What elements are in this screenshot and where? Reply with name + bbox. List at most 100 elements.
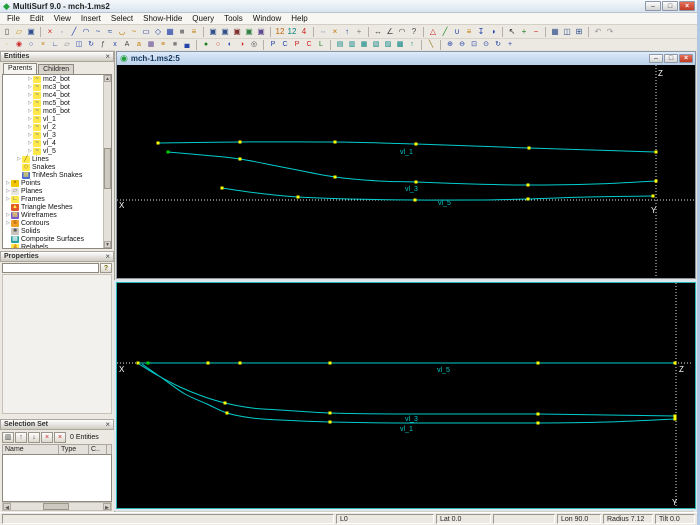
display-curvature-button[interactable]: ▨ [382,39,394,50]
zoom-out-button[interactable]: ⊖ [456,39,468,50]
tree-item-trimesh-snakes[interactable]: ▦ TriMesh Snakes [3,171,103,179]
scroll-thumb[interactable] [104,147,111,190]
tree-item-frames[interactable]: ▷ ∟ Frames [3,195,103,203]
display-transparent-button[interactable]: ▩ [394,39,406,50]
tree-vertical-scrollbar[interactable]: ▲ ▼ [103,75,111,248]
open-file-button[interactable]: ▱ [13,26,25,38]
menu-query[interactable]: Query [187,13,219,25]
entities-close-icon[interactable]: × [105,52,110,61]
view-home-button[interactable]: ▣ [207,26,219,38]
show-labels-button[interactable]: L [315,39,327,50]
menu-edit[interactable]: Edit [25,13,49,25]
menu-file[interactable]: File [2,13,25,25]
zoom-window-button[interactable]: ⊡ [468,39,480,50]
edit-join-button[interactable]: ∪ [451,26,463,38]
formula-tool-button[interactable]: ƒ [97,39,109,50]
edit-project-button[interactable]: ↧ [475,26,487,38]
tree-item-relabels[interactable]: a Relabels [3,243,103,248]
tree-item-composite-surfaces[interactable]: ▦ Composite Surfaces [3,235,103,243]
move-down-button[interactable]: ↓ [28,431,40,443]
menu-help[interactable]: Help [286,13,312,25]
measure-angle-button[interactable]: ∠ [384,26,396,38]
bead-tool-button[interactable]: ∙ [1,39,13,50]
rotate-view-button[interactable]: ↻ [492,39,504,50]
select-mode-button[interactable]: ↖ [506,26,518,38]
minimize-button[interactable]: – [645,1,661,11]
hide-all-button[interactable]: ○ [212,39,224,50]
tree-item-vl-2[interactable]: ▷ ~ vl_2 [3,123,103,131]
minimize-button[interactable]: – [649,54,663,63]
zoom-in-button[interactable]: ⊕ [444,39,456,50]
variable-tool-button[interactable]: x [109,39,121,50]
scroll-up-icon[interactable]: ▲ [104,75,111,82]
line-tool-button[interactable]: ╱ [68,26,80,38]
display-wireframe-button[interactable]: ▤ [334,39,346,50]
tree-item-lines[interactable]: ▷ ╱ Lines [3,155,103,163]
arc-tool-button[interactable]: ◠ [80,26,92,38]
menu-tools[interactable]: Tools [219,13,248,25]
show-parents-button[interactable]: P [267,39,279,50]
wireframe-tool-button[interactable]: ▦ [145,39,157,50]
column-header-name[interactable]: Name [3,445,59,454]
scroll-track[interactable] [11,503,103,510]
magnet-tool-button[interactable]: ◉ [13,39,25,50]
display-hidden-line-button[interactable]: ▧ [370,39,382,50]
menu-select[interactable]: Select [106,13,138,25]
restore-button[interactable]: □ [662,1,678,11]
bcurve-tool-button[interactable]: ~ [92,26,104,38]
tree-item-vl-3[interactable]: ▷ ~ vl_3 [3,131,103,139]
tree-item-vl-5[interactable]: ▷ ~ vl_5 [3,147,103,155]
column-header-type[interactable]: Type [59,445,89,454]
menu-view[interactable]: View [49,13,76,25]
edit-trim-button[interactable]: △ [427,26,439,38]
selection-horizontal-scrollbar[interactable]: ◀ ▶ [2,502,112,511]
properties-close-icon[interactable]: × [105,252,110,261]
remove-all-button[interactable]: × [54,431,66,443]
select-remove-button[interactable]: − [530,26,542,38]
mirror-tool-button[interactable]: ◫ [73,39,85,50]
select-add-button[interactable]: + [518,26,530,38]
solid-tool-button[interactable]: ■ [176,26,188,38]
query-entity-button[interactable]: ? [408,26,420,38]
tree-item-mc5-bot[interactable]: ▷ ~ mc5_bot [3,99,103,107]
hide-selected-button[interactable]: ◑ [236,39,248,50]
tree-item-vl-4[interactable]: ▷ ~ vl_4 [3,139,103,147]
viewport-window-title-bar[interactable]: ◉ mch-1.ms2:5 – □ × [117,52,695,65]
rotation-tool-button[interactable]: ↻ [85,39,97,50]
point-tool-button[interactable]: ∙ [56,26,68,38]
graph-tool-button[interactable]: ▄ [181,39,193,50]
menu-show-hide[interactable]: Show-Hide [138,13,187,25]
selection-list[interactable] [2,454,112,502]
save-file-button[interactable]: ▣ [25,26,37,38]
display-rendered-button[interactable]: ▦ [358,39,370,50]
revolution-surface-tool-button[interactable]: ◇ [152,26,164,38]
surface-tool-button[interactable]: ▭ [140,26,152,38]
tree-item-triangle-meshes[interactable]: ▲ Triangle Meshes [3,203,103,211]
annotate-pen-button[interactable]: ╲ [425,39,437,50]
hide-parents-button[interactable]: P [291,39,303,50]
knot-tool-button[interactable]: × [37,39,49,50]
view-front-button[interactable]: ▣ [219,26,231,38]
edit-offset-button[interactable]: ≡ [463,26,475,38]
contour-tool-button[interactable]: ≡ [188,26,200,38]
scroll-down-icon[interactable]: ▼ [104,241,111,248]
viewport-top[interactable]: vl_1 vl_3 vl_5 X Y Z [117,65,695,278]
frame-tool-button[interactable]: ∟ [49,39,61,50]
tree-item-mc6-bot[interactable]: ▷ ~ mc6_bot [3,107,103,115]
close-button[interactable]: × [679,54,693,63]
properties-filter-button[interactable]: ? [100,263,112,273]
tree-item-planes[interactable]: ▷ ▱ Planes [3,187,103,195]
display-normals-button[interactable]: ↑ [406,39,418,50]
tab-children[interactable]: Children [38,64,75,74]
scroll-right-icon[interactable]: ▶ [103,503,111,511]
column-header-c[interactable]: C.. [89,445,107,454]
zoom-extents-button[interactable]: ⊙ [480,39,492,50]
subcurve-tool-button[interactable]: ◡ [116,26,128,38]
restore-button[interactable]: □ [664,54,678,63]
viewport-bottom[interactable]: vl_5 vl_3 vl_1 X Z Y [117,283,695,508]
menu-insert[interactable]: Insert [76,13,106,25]
selection-close-icon[interactable]: × [105,420,110,429]
isolate-selected-button[interactable]: ◎ [248,39,260,50]
tree-item-solids[interactable]: ■ Solids [3,227,103,235]
toggle-flags-button[interactable]: 4 [298,26,310,38]
